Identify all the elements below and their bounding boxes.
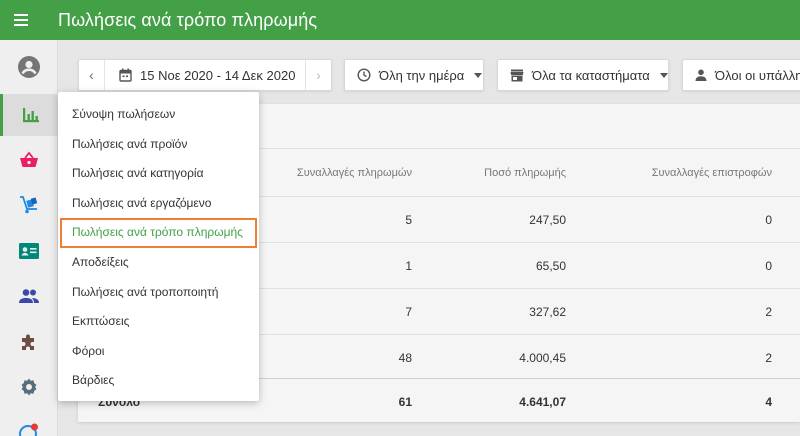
- date-range-button[interactable]: 15 Νοε 2020 - 14 Δεκ 2020: [105, 68, 305, 83]
- help-icon[interactable]: [0, 412, 58, 436]
- sidebar: [0, 40, 58, 436]
- menu-item-sales-by-category[interactable]: Πωλήσεις ανά κατηγορία: [58, 159, 259, 189]
- date-range-label: 15 Νοε 2020 - 14 Δεκ 2020: [140, 67, 296, 83]
- employee-filter-button[interactable]: Όλοι οι υπάλλη: [682, 59, 800, 91]
- total-refund-transactions: 4: [765, 395, 772, 409]
- next-period-button[interactable]: ›: [305, 60, 331, 90]
- store-filter-label: Όλα τα καταστήματα: [532, 67, 650, 83]
- integrations-icon[interactable]: [0, 321, 58, 363]
- payment-amount-cell: 327,62: [529, 305, 566, 319]
- store-icon: [510, 69, 524, 82]
- column-header-refund-transactions[interactable]: Συναλλαγές επιστροφών: [578, 149, 772, 197]
- inventory-icon[interactable]: [0, 184, 58, 226]
- basket-icon[interactable]: [0, 139, 58, 181]
- app-bar: Πωλήσεις ανά τρόπο πληρωμής: [0, 0, 800, 40]
- customer-card-icon[interactable]: [0, 230, 58, 272]
- payment-amount-cell: 4.000,45: [519, 351, 566, 365]
- menu-item-sales-by-modifier[interactable]: Πωλήσεις ανά τροποποιητή: [58, 278, 259, 308]
- refund-transactions-cell: 0: [765, 213, 772, 227]
- person-icon: [695, 69, 707, 81]
- settings-icon[interactable]: [0, 366, 58, 408]
- chevron-down-icon: [474, 72, 483, 78]
- refund-transactions-cell: 2: [765, 351, 772, 365]
- menu-item-shifts[interactable]: Βάρδιες: [58, 366, 259, 396]
- employees-icon[interactable]: [0, 275, 58, 317]
- refund-transactions-cell: 0: [765, 259, 772, 273]
- reports-menu: Σύνοψη πωλήσεων Πωλήσεις ανά προϊόν Πωλή…: [58, 92, 259, 401]
- menu-item-sales-by-payment-type[interactable]: Πωλήσεις ανά τρόπο πληρωμής: [60, 218, 257, 248]
- employee-filter-label: Όλοι οι υπάλλη: [715, 67, 800, 83]
- time-filter-label: Όλη την ημέρα: [379, 67, 465, 83]
- chevron-down-icon: [659, 72, 668, 78]
- total-payment-amount: 4.641,07: [519, 395, 566, 409]
- page-title: Πωλήσεις ανά τρόπο πληρωμής: [58, 9, 318, 30]
- time-filter-button[interactable]: Όλη την ημέρα: [344, 59, 484, 91]
- menu-item-sales-by-employee[interactable]: Πωλήσεις ανά εργαζόμενο: [58, 189, 259, 219]
- previous-period-button[interactable]: ‹: [79, 60, 105, 90]
- reports-icon[interactable]: [0, 94, 58, 136]
- store-filter-button[interactable]: Όλα τα καταστήματα: [497, 59, 669, 91]
- clock-icon: [357, 68, 371, 82]
- payment-amount-cell: 247,50: [529, 213, 566, 227]
- menu-item-receipts[interactable]: Αποδείξεις: [58, 248, 259, 278]
- menu-item-sales-by-item[interactable]: Πωλήσεις ανά προϊόν: [58, 130, 259, 160]
- column-header-payment-amount[interactable]: Ποσό πληρωμής: [418, 149, 566, 197]
- menu-item-sales-summary[interactable]: Σύνοψη πωλήσεων: [58, 100, 259, 130]
- payment-amount-cell: 65,50: [535, 259, 566, 273]
- menu-icon[interactable]: [6, 0, 36, 40]
- menu-item-discounts[interactable]: Εκπτώσεις: [58, 307, 259, 337]
- refund-transactions-cell: 2: [765, 305, 772, 319]
- calendar-icon: [119, 68, 132, 82]
- date-range-picker: ‹ 15 Νοε 2020 - 14 Δεκ 2020 ›: [78, 59, 332, 91]
- menu-item-taxes[interactable]: Φόροι: [58, 337, 259, 367]
- profile-icon[interactable]: [0, 46, 58, 88]
